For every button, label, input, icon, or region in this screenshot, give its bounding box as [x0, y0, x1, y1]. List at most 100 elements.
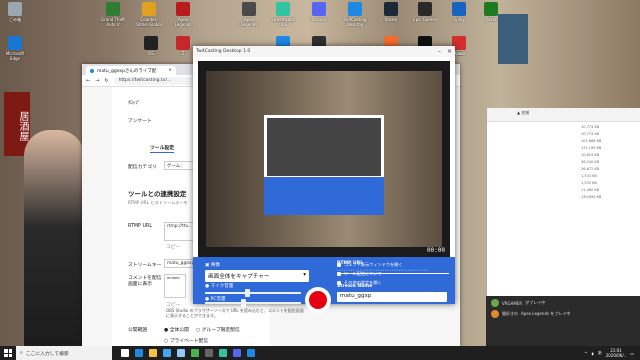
section-desc: RTMP URL とストリームキーを: [128, 200, 188, 205]
ime-indicator[interactable]: あ: [598, 350, 602, 356]
desktop-shortcut-label: Apex Legends: [240, 17, 258, 27]
category-label: 配信カテゴリ: [128, 165, 157, 170]
desktop-shortcut[interactable]: Microsoft Edge: [2, 36, 28, 61]
minimize-icon[interactable]: –: [438, 48, 441, 55]
forward-icon[interactable]: →: [95, 78, 99, 84]
taskbar-apps: [118, 346, 258, 360]
system-tray: ^ ◖ あ 21:01 2020/06/.. ▭: [584, 348, 640, 358]
discord-icon: [312, 2, 326, 16]
notification-icon[interactable]: ▭: [630, 351, 634, 356]
desktop-shortcut-label: StreamLabs OBS: [271, 17, 295, 27]
explorer-size-cell: 10,624 KB: [581, 153, 600, 157]
mail-taskbar-icon[interactable]: [174, 346, 188, 360]
store-taskbar-icon[interactable]: [160, 346, 174, 360]
streamlabs-icon: [276, 2, 290, 16]
desktop-shortcut-label: Epic Games: [413, 17, 437, 22]
mic-volume-slider[interactable]: [205, 289, 301, 297]
stream-key-label: ストリームキー: [128, 263, 162, 268]
scope-private-radio[interactable]: ○ プライベート配信: [164, 337, 208, 344]
desktop-shortcut[interactable]: Epic Games: [412, 2, 438, 22]
scope-group-radio[interactable]: ○ グループ限定配信: [196, 326, 240, 333]
csgo-icon: [142, 2, 156, 16]
open-comment-window-link[interactable]: コメント表示ウィンドウを開く: [337, 262, 403, 268]
desktop-shortcut[interactable]: Steam: [378, 2, 404, 22]
chat-text: がプレイ中: [525, 300, 546, 305]
scope-private-label: プライベート配信: [169, 339, 209, 344]
video-label: ▣ 映像: [205, 263, 221, 268]
file-explorer-window[interactable]: ▲ 名前 10,774 KB 10,774 KB 101,668 KB 171,190…: [486, 108, 640, 296]
taskbar: ⌕ ここに入力して検索 ^ ◖ あ 21:01 2020/06/.. ▭: [0, 346, 640, 360]
record-button[interactable]: [305, 287, 331, 313]
avatar: [491, 299, 499, 307]
desktop-shortcut-label: Steam: [384, 17, 398, 22]
explorer-header[interactable]: ▲ 名前: [487, 108, 640, 122]
chrome-taskbar-icon[interactable]: [188, 346, 202, 360]
video-source-select[interactable]: 画面全体をキャプチャー ▾: [205, 270, 309, 282]
close-tab-icon[interactable]: ×: [168, 68, 172, 73]
preview-nested-preview: [267, 118, 381, 176]
survey-label[interactable]: アンケート: [128, 117, 152, 124]
desktop-shortcut[interactable]: Counter-Strike Global Offensive: [136, 2, 162, 27]
discord-taskbar-icon[interactable]: [230, 346, 244, 360]
desktop-shortcut[interactable]: ごみ箱: [2, 2, 28, 22]
other-settings-text: その他の設定を開く: [344, 280, 382, 285]
wallpaper-person: [24, 130, 84, 346]
twitcasting-desktop-window[interactable]: TwitCasting Desktop 1.0 – × 00:00 ▣ 映像 画…: [193, 46, 455, 313]
mic-label-text: マイク音量: [210, 284, 234, 289]
close-icon[interactable]: ×: [447, 48, 452, 55]
streamlabs-taskbar-icon[interactable]: [216, 346, 230, 360]
back-icon[interactable]: ←: [86, 78, 90, 84]
about-tool-link[interactable]: ツール配信について: [337, 271, 382, 277]
twitcasting-taskbar-icon[interactable]: [244, 346, 258, 360]
desktop-shortcut-label: ごみ箱: [9, 17, 21, 22]
desktop-shortcut[interactable]: Uplay: [446, 2, 472, 22]
desktop-shortcut[interactable]: Grand Theft Auto V: [100, 2, 126, 27]
desktop-shortcut[interactable]: Apex Legends: [170, 2, 196, 27]
pc-volume-slider[interactable]: [205, 299, 301, 307]
desktop-shortcut[interactable]: StreamLabs OBS: [270, 2, 296, 27]
edge-taskbar-icon[interactable]: [132, 346, 146, 360]
chat-line: VRGAMER がプレイ中: [491, 299, 635, 307]
desktop-shortcut[interactable]: Razer: [478, 2, 504, 22]
copy-button-2[interactable]: コピー: [166, 301, 180, 308]
other-settings-link[interactable]: その他の設定を開く: [337, 280, 382, 286]
desktop-shortcut[interactable]: Apex Legends: [236, 2, 262, 27]
explorer-size-cell: 101,668 KB: [581, 139, 602, 143]
scope-group-label: グループ限定配信: [201, 328, 240, 333]
clock[interactable]: 21:01 2020/06/..: [606, 348, 627, 358]
desktop-shortcut-label: Razer: [485, 17, 497, 22]
task-view-icon[interactable]: [118, 346, 132, 360]
comment-note: OBS Studio のブラウザーソースで URL を読み込むと、コメントを配信…: [166, 308, 304, 318]
scope-all-radio[interactable]: ● 全体公開: [164, 326, 189, 333]
pc-volume-knob[interactable]: [241, 299, 247, 307]
copy-button[interactable]: コピー: [166, 243, 180, 250]
start-button[interactable]: [0, 346, 16, 360]
desktop-shortcut-label: DS: [148, 51, 154, 56]
preview-image: [206, 71, 442, 247]
taskbar-search-box[interactable]: ⌕ ここに入力して検索: [16, 346, 112, 360]
browser-tab[interactable]: matu_ggexpさんのライブ配 ×: [86, 66, 176, 75]
obs-taskbar-icon[interactable]: [202, 346, 216, 360]
chevron-up-icon[interactable]: ^: [584, 351, 587, 356]
desktop-shortcut[interactable]: DS: [138, 36, 164, 56]
desktop-shortcut[interactable]: TwitCasting Desktop: [342, 2, 368, 27]
chat-line: 猫好きの Apex Legends をプレイ中: [491, 310, 635, 318]
desktop-shortcut[interactable]: Discord: [306, 2, 332, 22]
mic-volume-knob[interactable]: [245, 289, 251, 297]
stream-name-input[interactable]: matu_ggxp: [337, 292, 447, 302]
record-icon: [309, 291, 327, 309]
steam-icon: [384, 2, 398, 16]
comment-url-field[interactable]: embed: [164, 274, 186, 298]
explorer-size-cell: 130,690 KB: [581, 195, 602, 199]
speaker-icon[interactable]: ◖: [592, 351, 594, 356]
apex-icon-2: [242, 2, 256, 16]
tab-tool-settings[interactable]: ツール設定: [150, 144, 174, 153]
chat-panel: VRGAMER がプレイ中 猫好きの Apex Legends をプレイ中: [486, 296, 640, 346]
capture-preview: 00:00: [198, 61, 450, 257]
video-source-value: 画面全体をキャプチャー: [208, 274, 270, 280]
desktop-shortcut-label: Uplay: [453, 17, 465, 22]
checkbox-icon: [337, 263, 341, 267]
reload-icon[interactable]: ↻: [104, 78, 108, 84]
explorer-taskbar-icon[interactable]: [146, 346, 160, 360]
preview-nested-controls: [264, 177, 384, 215]
